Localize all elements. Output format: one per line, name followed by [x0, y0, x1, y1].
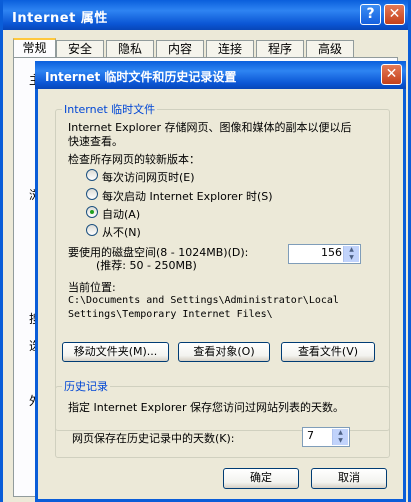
- outer-close-button[interactable]: ✕: [384, 4, 405, 25]
- ok-button[interactable]: 确定: [223, 468, 299, 489]
- dialog-close-button[interactable]: ✕: [381, 64, 402, 85]
- history-days-spinner[interactable]: 7 ▲ ▼: [302, 427, 350, 447]
- history-days-label: 网页保存在历史记录中的天数(K):: [72, 432, 235, 445]
- radio-every-visit-label: 每次访问网页时(E): [102, 171, 195, 184]
- tab-advanced[interactable]: 高级: [306, 40, 354, 57]
- disk-space-spin-arrows[interactable]: ▲ ▼: [343, 246, 359, 262]
- location-path-line2: Settings\Temporary Internet Files\: [68, 309, 273, 320]
- radio-every-start-label: 每次启动 Internet Explorer 时(S): [102, 190, 273, 203]
- history-description: 指定 Internet Explorer 保存您访问过网站列表的天数。: [68, 401, 344, 414]
- history-days-spin-arrows[interactable]: ▲ ▼: [332, 429, 348, 445]
- radio-every-start-circle[interactable]: [86, 188, 98, 200]
- history-spin-down-icon[interactable]: ▼: [333, 437, 348, 445]
- tab-programs[interactable]: 程序: [256, 40, 304, 57]
- history-days-value[interactable]: 7: [307, 429, 314, 442]
- history-legend: 历史记录: [64, 380, 108, 393]
- move-folder-button[interactable]: 移动文件夹(M)...: [62, 342, 169, 362]
- disk-space-spinner[interactable]: 156 ▲ ▼: [288, 244, 361, 264]
- temp-files-settings-dialog: Internet 临时文件和历史记录设置 ✕ Internet 临时文件 Int…: [35, 61, 406, 502]
- dialog-titlebar: Internet 临时文件和历史记录设置 ✕: [35, 61, 406, 89]
- dialog-title: Internet 临时文件和历史记录设置: [45, 70, 237, 84]
- outer-window-title: Internet 属性: [12, 11, 108, 26]
- radio-never-circle[interactable]: [86, 224, 98, 236]
- history-spin-up-icon[interactable]: ▲: [333, 429, 348, 437]
- view-objects-button[interactable]: 查看对象(O): [178, 342, 270, 362]
- outer-titlebar: Internet 属性 ? ✕: [3, 0, 408, 30]
- tab-privacy[interactable]: 隐私: [106, 40, 154, 57]
- tab-connections[interactable]: 连接: [206, 40, 254, 57]
- tab-content[interactable]: 内容: [156, 40, 204, 57]
- help-button[interactable]: ?: [360, 4, 381, 25]
- radio-automatic-label: 自动(A): [102, 208, 141, 221]
- disk-space-recommend: (推荐: 50 - 250MB): [96, 259, 197, 272]
- tab-security[interactable]: 安全: [56, 40, 104, 57]
- disk-space-value[interactable]: 156: [321, 246, 342, 259]
- spin-down-icon[interactable]: ▼: [344, 254, 359, 262]
- radio-never-label: 从不(N): [102, 226, 141, 239]
- radio-every-visit-circle[interactable]: [86, 169, 98, 181]
- tab-general[interactable]: 常规: [13, 38, 56, 59]
- current-location-label: 当前位置:: [68, 281, 116, 294]
- spin-up-icon[interactable]: ▲: [344, 246, 359, 254]
- cancel-button[interactable]: 取消: [311, 468, 387, 489]
- location-path-line1: C:\Documents and Settings\Administrator\…: [68, 295, 339, 306]
- view-files-button[interactable]: 查看文件(V): [281, 342, 375, 362]
- temp-files-description-line2: 快速查看。: [68, 135, 123, 148]
- radio-automatic-circle[interactable]: [86, 206, 98, 218]
- temp-files-legend: Internet 临时文件: [64, 103, 156, 116]
- check-newer-label: 检查所存网页的较新版本：: [68, 153, 200, 166]
